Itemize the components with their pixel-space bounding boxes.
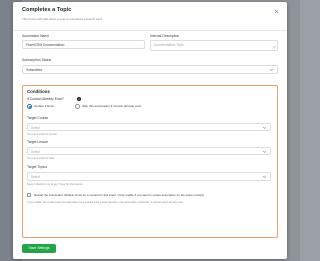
subscription-status-label: Subscription Status (22, 58, 52, 62)
chevron-down-icon (262, 174, 267, 180)
target-topics-placeholder: Select (31, 175, 40, 179)
target-topics-help: Keep it blank to run to any Topic for th… (27, 183, 83, 186)
close-icon[interactable]: × (272, 8, 281, 17)
save-settings-button[interactable]: Save Settings (22, 244, 56, 253)
modal-title: Completes a Topic (22, 7, 72, 13)
target-lesson-placeholder: Select (31, 150, 40, 154)
subscription-status-value: Subscribed (26, 68, 42, 72)
restart-automation-help: If you enable, then it will restart the … (27, 201, 184, 204)
internal-description-textarea[interactable]: Documentation Topic (150, 40, 278, 51)
radio-update-if-exist[interactable] (27, 104, 32, 109)
radio-skip-automation[interactable] (75, 104, 80, 109)
completes-topic-modal: Completes a Topic This funnel will start… (13, 2, 287, 259)
automation-name-input[interactable]: FluentCRM Documentation (22, 40, 145, 49)
chevron-down-icon (269, 67, 274, 73)
internal-description-label: Internal Description (150, 34, 180, 38)
target-lesson-select[interactable]: Select (27, 147, 271, 155)
automation-name-label: Automation Name (22, 34, 50, 38)
target-topics-label: Target Topics (27, 165, 47, 169)
target-course-select[interactable]: Select (27, 123, 271, 131)
restart-automation-label: Restart the Automation Multiple times fo… (34, 193, 204, 197)
target-course-help: You must select a course (27, 133, 57, 136)
modal-header: Completes a Topic This funnel will start… (13, 2, 287, 31)
target-course-label: Target Course (27, 116, 49, 120)
internal-description-placeholder: Documentation Topic (154, 43, 184, 47)
target-lesson-help: You must select a topic (27, 157, 55, 160)
contact-exists-label: If Contact Already Exist? (27, 97, 64, 101)
resize-grip-icon (272, 45, 276, 49)
modal-subtitle: This funnel will start when a user is co… (22, 17, 103, 21)
target-topics-select[interactable]: Select (27, 172, 271, 181)
info-icon: i (77, 97, 81, 101)
subscription-status-select[interactable]: Subscribed (22, 65, 278, 74)
conditions-title: Conditions (27, 89, 50, 94)
chevron-down-icon (262, 125, 267, 131)
restart-automation-checkbox[interactable] (27, 193, 31, 197)
target-lesson-label: Target Lesson (27, 140, 49, 144)
automation-name-value: FluentCRM Documentation (26, 43, 65, 47)
radio-update-if-exist-label: Update if Exist (34, 104, 54, 108)
radio-skip-automation-label: Skip this automation if contact already … (82, 104, 142, 108)
chevron-down-icon (262, 149, 267, 155)
contact-exists-radio-group: Update if Exist Skip this automation if … (27, 104, 267, 110)
target-course-placeholder: Select (31, 126, 40, 130)
